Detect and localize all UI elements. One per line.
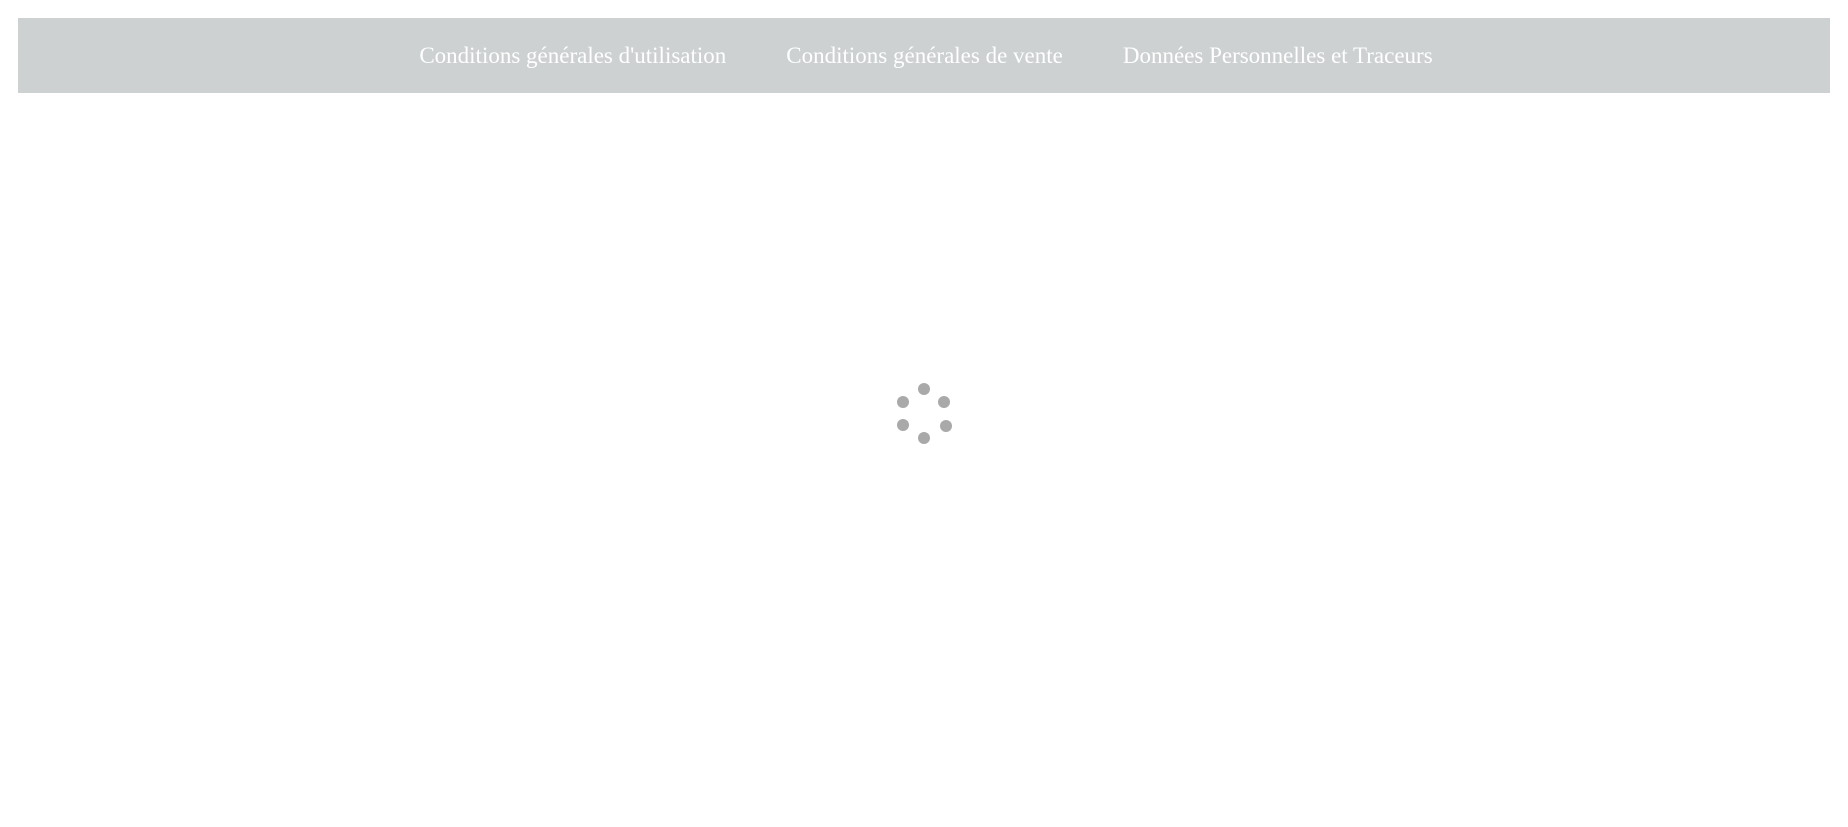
terms-of-use-link[interactable]: Conditions générales d'utilisation bbox=[419, 44, 726, 67]
loading-dot bbox=[897, 396, 909, 408]
footer-navigation-bar: Conditions générales d'utilisation Condi… bbox=[18, 18, 1830, 93]
legal-links: Conditions générales d'utilisation Condi… bbox=[419, 44, 1432, 67]
loading-spinner-icon bbox=[894, 383, 956, 445]
loading-dot bbox=[918, 432, 930, 444]
terms-of-sale-link[interactable]: Conditions générales de vente bbox=[786, 44, 1063, 67]
loading-dot bbox=[918, 383, 930, 395]
loading-dot bbox=[938, 396, 950, 408]
loading-dot bbox=[897, 419, 909, 431]
loading-dot bbox=[940, 420, 952, 432]
personal-data-and-trackers-link[interactable]: Données Personnelles et Traceurs bbox=[1123, 44, 1433, 67]
